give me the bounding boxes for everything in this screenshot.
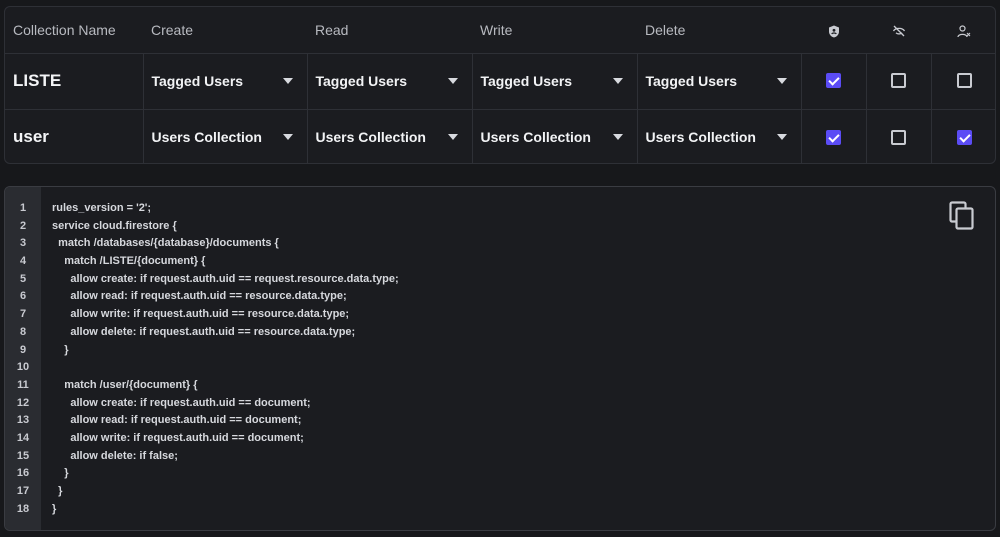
- line-number: 17: [16, 485, 30, 497]
- user-x-checkbox[interactable]: [956, 73, 972, 89]
- caret-down-icon: [612, 78, 623, 84]
- header-create: Create: [143, 7, 307, 54]
- line-number: 1: [19, 202, 27, 214]
- line-number: 5: [19, 272, 27, 285]
- create-permission-select[interactable]: Tagged Users: [152, 73, 299, 89]
- write-permission-select[interactable]: Users Collection: [481, 129, 629, 145]
- select-value: Users Collection: [315, 129, 426, 146]
- code-line: rules_version = '2';: [52, 202, 152, 214]
- line-number: 15: [16, 449, 30, 462]
- header-shield: [801, 7, 866, 54]
- code-line: allow delete: if false;: [52, 449, 178, 462]
- create-permission-select[interactable]: Users Collection: [152, 129, 299, 145]
- line-number: 14: [16, 431, 30, 444]
- line-number: 9: [19, 343, 27, 356]
- caret-down-icon: [776, 134, 787, 141]
- line-number: 2: [19, 219, 27, 232]
- select-value: Users Collection: [151, 129, 262, 146]
- code-line: match /user/{document} {: [52, 378, 198, 391]
- code-line: match /LISTE/{document} {: [52, 255, 206, 268]
- code-line: allow create: if request.auth.uid == doc…: [52, 396, 311, 409]
- collection-name-cell: user: [5, 109, 144, 163]
- line-number: 8: [19, 325, 27, 338]
- code-line: }: [52, 343, 69, 356]
- permissions-table: Collection Name Create Read Write Delete: [5, 7, 995, 163]
- code-line: allow write: if request.auth.uid == docu…: [52, 431, 304, 444]
- permissions-table-container: Collection Name Create Read Write Delete: [4, 6, 996, 164]
- code-line: }: [52, 502, 57, 515]
- header-eye-off: [866, 7, 931, 54]
- header-user-x: [931, 7, 995, 54]
- header-delete: Delete: [637, 7, 801, 54]
- table-row: LISTE Tagged Users Tagged Users Tagged U…: [5, 53, 995, 110]
- user-x-icon: [957, 24, 971, 37]
- write-permission-select[interactable]: Tagged Users: [481, 73, 629, 89]
- shield-checkbox[interactable]: [826, 129, 841, 145]
- copy-icon[interactable]: [949, 201, 975, 231]
- caret-down-icon: [447, 134, 458, 141]
- delete-permission-select[interactable]: Tagged Users: [646, 73, 793, 89]
- select-value: Tagged Users: [151, 73, 244, 89]
- select-value: Tagged Users: [315, 73, 408, 89]
- select-value: Tagged Users: [480, 73, 573, 89]
- code-content[interactable]: rules_version = '2'; service cloud.firest…: [52, 200, 935, 518]
- line-number: 6: [19, 290, 27, 303]
- table-row: user Users Collection Users Collection U…: [5, 109, 995, 163]
- line-number-gutter: 1 2 3 4 5 6 7 8 9 10 11 12 13 14 15 16 17 18: [5, 187, 41, 530]
- header-read: Read: [307, 7, 472, 54]
- read-permission-select[interactable]: Tagged Users: [316, 73, 464, 89]
- table-header-row: Collection Name Create Read Write Delete: [5, 7, 995, 54]
- line-number: 4: [19, 255, 27, 268]
- eye-off-icon: [892, 25, 905, 37]
- line-number: 12: [16, 396, 30, 409]
- line-number: 10: [16, 361, 30, 374]
- caret-down-icon: [612, 134, 623, 141]
- select-value: Users Collection: [480, 129, 591, 146]
- caret-down-icon: [447, 78, 458, 84]
- line-number: 11: [17, 378, 29, 391]
- code-line: match /databases/{database}/documents {: [52, 237, 279, 250]
- code-line: }: [52, 467, 69, 480]
- line-number: 7: [19, 308, 27, 321]
- shield-checkbox[interactable]: [826, 73, 841, 89]
- line-number: 16: [16, 467, 30, 480]
- caret-down-icon: [282, 134, 293, 141]
- line-number: 18: [16, 502, 30, 515]
- code-line: allow read: if request.auth.uid == docum…: [52, 414, 302, 427]
- select-value: Users Collection: [645, 129, 756, 146]
- caret-down-icon: [282, 78, 293, 84]
- code-line: allow delete: if request.auth.uid == res…: [52, 325, 356, 338]
- eye-off-checkbox[interactable]: [891, 129, 906, 145]
- shield-icon: [828, 25, 839, 38]
- caret-down-icon: [776, 78, 787, 84]
- delete-permission-select[interactable]: Users Collection: [646, 129, 793, 145]
- rules-code-editor[interactable]: 1 2 3 4 5 6 7 8 9 10 11 12 13 14 15 16 17 18 rules_versio…: [4, 186, 996, 531]
- read-permission-select[interactable]: Users Collection: [316, 129, 464, 145]
- header-collection-name: Collection Name: [5, 7, 143, 54]
- code-line: allow create: if request.auth.uid == req…: [52, 272, 399, 285]
- code-line: service cloud.firestore {: [52, 219, 177, 232]
- line-number: 3: [19, 237, 27, 250]
- code-line: allow write: if request.auth.uid == reso…: [52, 308, 350, 321]
- code-line: allow read: if request.auth.uid == resou…: [52, 290, 347, 303]
- collection-name-cell: LISTE: [5, 53, 144, 110]
- line-number: 13: [16, 414, 30, 427]
- header-write: Write: [472, 7, 637, 54]
- select-value: Tagged Users: [645, 73, 738, 89]
- code-line: }: [52, 485, 63, 497]
- user-x-checkbox[interactable]: [956, 129, 972, 145]
- eye-off-checkbox[interactable]: [891, 73, 906, 89]
